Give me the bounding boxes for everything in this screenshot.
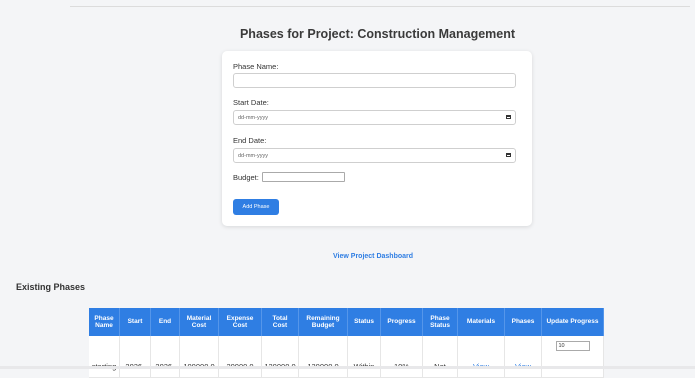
cell-phase-name: starting (89, 336, 120, 378)
phase-name-input[interactable] (233, 73, 516, 88)
end-date-placeholder: dd-mm-yyyy (238, 153, 268, 159)
page-title: Phases for Project: Construction Managem… (239, 27, 516, 41)
view-project-dashboard-link[interactable]: View Project Dashboard (333, 253, 413, 260)
cell-end: 2026- (150, 336, 180, 378)
table-row: starting 2026- 2026- 100000.0 20000.0 12… (89, 336, 604, 378)
add-phase-form: Phase Name: Start Date: dd-mm-yyyy End D… (222, 51, 532, 226)
end-date-label: End Date: (233, 136, 267, 145)
cell-phase-status: Not (422, 336, 458, 378)
existing-phases-heading: Existing Phases (16, 282, 86, 292)
top-divider (70, 6, 690, 7)
start-date-placeholder: dd-mm-yyyy (238, 115, 268, 121)
budget-input[interactable] (262, 172, 345, 182)
column-header: Phases (504, 308, 542, 336)
column-header: Expense Cost (218, 308, 262, 336)
cell-progress: 10% (380, 336, 423, 378)
cell-update-progress: 10 (541, 336, 604, 378)
start-date-input[interactable]: dd-mm-yyyy (233, 110, 516, 125)
cell-start: 2026- (119, 336, 151, 378)
column-header: Progress (380, 308, 423, 336)
calendar-icon[interactable] (506, 115, 511, 119)
column-header: Update Progress (541, 308, 604, 336)
table-header-row: Phase Name Start End Material Cost Expen… (89, 308, 604, 336)
cell-total-cost: 120000.0 (261, 336, 299, 378)
end-date-input[interactable]: dd-mm-yyyy (233, 148, 516, 163)
cell-material-cost: 100000.0 (179, 336, 219, 378)
column-header: Remaining Budget (298, 308, 348, 336)
column-header: Material Cost (179, 308, 219, 336)
budget-label: Budget: (233, 173, 259, 182)
column-header: Materials (457, 308, 505, 336)
column-header: Start (119, 308, 151, 336)
view-materials-link[interactable]: View (457, 336, 505, 378)
column-header: End (150, 308, 180, 336)
column-header: Phase Status (422, 308, 458, 336)
column-header: Phase Name (89, 308, 120, 336)
start-date-label: Start Date: (233, 98, 269, 107)
update-progress-input[interactable]: 10 (555, 341, 590, 352)
calendar-icon[interactable] (506, 153, 511, 157)
add-phase-button[interactable]: Add Phase (233, 199, 279, 215)
cell-expense-cost: 20000.0 (218, 336, 262, 378)
phase-name-label: Phase Name: (233, 62, 279, 71)
cell-status: Within (347, 336, 381, 378)
cell-remaining-budget: 130000.0 (298, 336, 348, 378)
column-header: Status (347, 308, 381, 336)
view-phases-link[interactable]: View (504, 336, 542, 378)
column-header: Total Cost (261, 308, 299, 336)
